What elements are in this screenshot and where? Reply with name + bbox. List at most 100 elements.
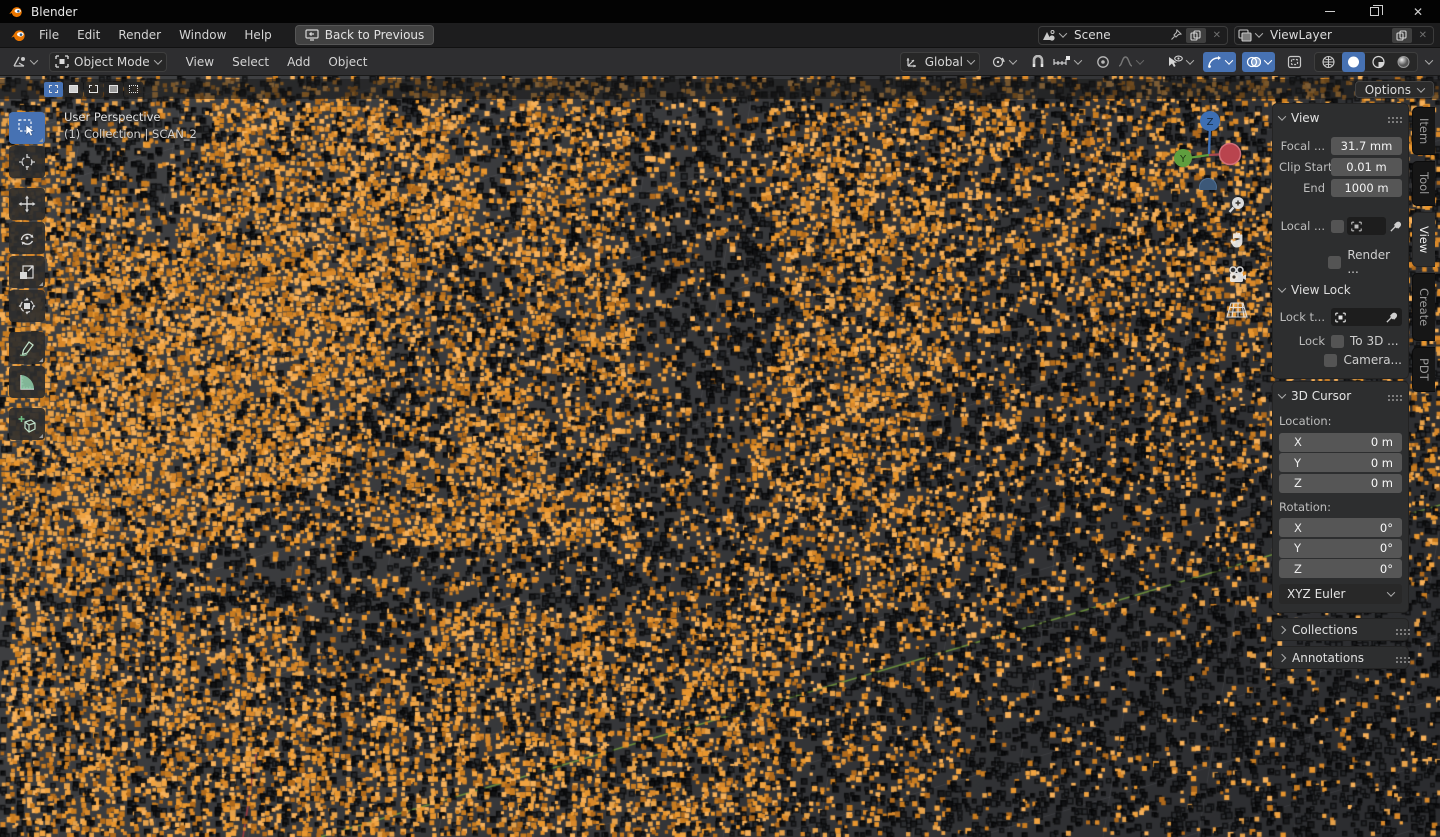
menu-add[interactable]: Add [278,52,319,72]
select-mode-extend-button[interactable] [64,81,83,97]
back-to-previous-button[interactable]: Back to Previous [294,25,435,45]
cursor-rotation-y[interactable]: Y 0° [1279,538,1402,558]
new-viewlayer-button[interactable] [1391,27,1412,43]
menu-select[interactable]: Select [223,52,278,72]
menu-window[interactable]: Window [170,25,235,45]
eyedropper-icon[interactable] [1389,220,1402,233]
drag-handle-icon[interactable] [1388,395,1390,397]
tool-add-cube-button[interactable] [9,408,45,440]
tool-move-button[interactable] [9,188,45,220]
view-panel-header[interactable]: View [1277,107,1402,129]
unlink-scene-icon[interactable]: ✕ [1210,30,1224,41]
shading-wireframe-button[interactable] [1317,52,1340,72]
scene-name[interactable]: Scene [1070,28,1166,42]
view-lock-header[interactable]: View Lock [1277,278,1402,302]
maximize-button[interactable] [1352,0,1396,23]
select-mode-intersect-button[interactable] [124,81,143,97]
focal-length-field[interactable]: 31.7 mm [1331,137,1402,155]
local-camera-object-field[interactable] [1347,217,1386,235]
viewlayer-selector[interactable]: ViewLayer ✕ [1234,25,1434,45]
lock-to-3d-cursor-checkbox[interactable] [1331,334,1344,348]
rotation-order-dropdown[interactable]: XYZ Euler [1279,584,1402,604]
drag-handle-icon[interactable] [1396,628,1398,631]
tab-create[interactable]: Create [1412,272,1435,342]
xray-toggle[interactable] [1283,52,1306,72]
collections-panel-header[interactable]: Collections [1272,618,1409,641]
tool-cursor-button[interactable] [9,146,45,178]
gizmo-minus-z-axis[interactable] [1199,178,1217,191]
shading-rendered-button[interactable] [1392,52,1415,72]
cursor-rotation-z[interactable]: Z 0° [1279,559,1402,578]
axis-label: Z [1294,561,1302,576]
menu-edit[interactable]: Edit [68,25,109,45]
eyedropper-icon[interactable] [1385,311,1398,324]
annotations-panel-header[interactable]: Annotations [1272,646,1409,669]
object-visibility-selector[interactable] [1163,52,1197,72]
clip-end-field[interactable]: 1000 m [1331,179,1402,197]
zoom-tool-icon[interactable] [1224,192,1250,218]
cursor-rotation-x[interactable]: X 0° [1279,518,1402,537]
tab-tool[interactable]: Tool [1412,161,1435,206]
show-overlays-toggle[interactable] [1242,51,1275,72]
cursor-location-y[interactable]: Y 0 m [1279,453,1402,472]
transform-orientation-selector[interactable]: Global [899,51,980,72]
snap-toggle[interactable] [1027,52,1049,72]
app-menu-button[interactable] [6,25,30,45]
select-mode-set-button[interactable] [44,81,63,97]
viewport-canvas[interactable] [0,76,1440,837]
pan-hand-icon[interactable] [1224,227,1250,253]
scene-icon [1043,29,1055,41]
viewlayer-name[interactable]: ViewLayer [1266,28,1388,42]
viewport-3d[interactable]: Z Y Options User Perspective (1) Collect… [0,76,1440,837]
close-button[interactable]: ✕ [1396,0,1440,23]
menu-help[interactable]: Help [235,25,280,45]
mode-selector[interactable]: Object Mode [49,51,167,72]
menu-object[interactable]: Object [319,52,376,72]
cursor-3d-panel-header[interactable]: 3D Cursor [1277,385,1402,407]
menu-view[interactable]: View [177,52,223,72]
cursor-location-z[interactable]: Z 0 m [1279,473,1402,493]
shading-solid-button[interactable] [1342,51,1365,72]
snap-with-selector[interactable] [1049,52,1085,72]
menu-file[interactable]: File [30,25,68,45]
select-mode-subtract-button[interactable] [84,81,103,97]
navigation-gizmo[interactable]: Z Y [1166,104,1252,190]
tool-select-box-button[interactable] [9,112,45,144]
viewport-overlay-text: User Perspective (1) Collection | SCAN_2 [64,109,197,143]
tool-scale-button[interactable] [9,256,45,288]
new-scene-button[interactable] [1185,27,1206,43]
orthographic-grid-icon[interactable] [1224,297,1250,323]
tab-view[interactable]: View [1412,211,1435,267]
shading-material-button[interactable] [1367,52,1390,72]
local-camera-checkbox[interactable] [1331,219,1344,233]
minimize-button[interactable] [1308,0,1352,23]
cursor-location-x[interactable]: X 0 m [1279,432,1402,452]
tab-item[interactable]: Item [1412,107,1435,156]
render-region-checkbox[interactable] [1328,255,1342,269]
remove-viewlayer-icon[interactable]: ✕ [1416,30,1430,41]
editor-type-button[interactable] [8,52,41,72]
proportional-editing-toggle[interactable] [1092,52,1114,72]
select-mode-invert-button[interactable] [104,81,123,97]
options-button[interactable]: Options [1354,81,1434,98]
clip-start-field[interactable]: 0.01 m [1331,158,1402,176]
gizmo-x-axis[interactable] [1218,142,1242,166]
tool-rotate-button[interactable] [9,222,45,254]
drag-handle-icon[interactable] [1396,656,1398,659]
show-gizmo-toggle[interactable] [1203,51,1236,72]
camera-view-icon[interactable] [1224,262,1250,288]
tool-measure-button[interactable] [9,366,45,398]
drag-handle-icon[interactable] [1388,117,1390,119]
lock-to-object-field[interactable] [1331,308,1402,326]
tab-pdt[interactable]: PDT [1412,347,1435,392]
axis-label: X [1294,520,1302,535]
scene-selector[interactable]: Scene ✕ [1038,25,1228,45]
menu-render[interactable]: Render [109,25,170,45]
camera-to-view-checkbox[interactable] [1324,353,1338,367]
pin-icon[interactable] [1170,29,1182,41]
shading-options-chevron-icon[interactable] [1424,55,1434,65]
tool-transform-button[interactable] [9,290,45,322]
pivot-point-selector[interactable] [987,52,1020,72]
tool-annotate-button[interactable] [9,332,45,364]
proportional-falloff-selector[interactable] [1114,52,1147,72]
